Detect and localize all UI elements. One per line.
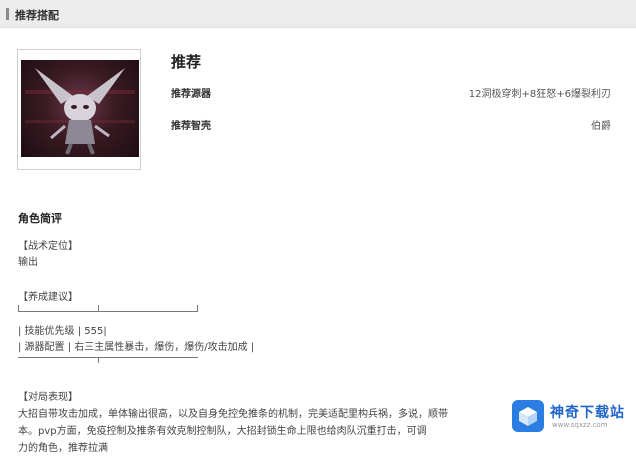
- character-thumbnail-frame: [17, 49, 141, 170]
- recommend-row-source: 推荐源器 12洞极穿刺+8狂怒+6爆裂利刃: [171, 85, 611, 101]
- section-title-recommend: 推荐搭配: [15, 9, 59, 22]
- site-watermark: 神奇下载站 www.sqxzz.com: [512, 398, 630, 438]
- recommend-row-shell: 推荐智壳 伯爵: [171, 117, 611, 133]
- performance-line-2: 本。pvp方面，免疫控制及推条有效克制控制队，大招封锁生命上限也给肉队沉重打击，…: [18, 426, 427, 437]
- build-priority-row: | 技能优先级 | 555|: [18, 326, 107, 337]
- review-title: 角色简评: [18, 212, 62, 225]
- performance-heading: 【对局表现】: [18, 392, 78, 403]
- positioning-value: 输出: [18, 257, 38, 268]
- table-rule-left: [18, 305, 19, 312]
- section-header: 推荐搭配: [0, 0, 636, 28]
- character-portrait-art: [25, 68, 135, 155]
- table-rule-bottom-mid: [98, 357, 99, 363]
- watermark-cube-icon: [519, 407, 537, 426]
- performance-line-1: 大招自带攻击加成，单体输出很高，以及自身免控免推条的机制，完美适配里构兵祸，多说…: [18, 409, 448, 420]
- recommend-shell-value: 伯爵: [591, 121, 611, 132]
- performance-line-3: 力的角色，推荐拉满: [18, 443, 108, 454]
- table-rule-right: [197, 305, 198, 312]
- build-source-row: | 源器配置 | 右三主属性暴击，爆伤，爆伤/攻击加成 |: [18, 342, 255, 353]
- watermark-logo-icon: [512, 400, 544, 432]
- character-portrait: [21, 60, 139, 157]
- recommend-source-label: 推荐源器: [171, 89, 211, 100]
- watermark-site-url: www.sqxzz.com: [552, 421, 608, 429]
- table-top-rule: [18, 311, 198, 312]
- table-bottom-rule: [18, 357, 198, 358]
- watermark-site-name: 神奇下载站: [550, 405, 625, 421]
- recommend-source-value: 12洞极穿刺+8狂怒+6爆裂利刃: [468, 89, 611, 100]
- recommend-shell-label: 推荐智壳: [171, 121, 211, 132]
- positioning-heading: 【战术定位】: [18, 241, 78, 252]
- build-heading: 【养成建议】: [18, 292, 78, 303]
- header-accent-bar: [6, 8, 9, 20]
- table-rule-mid: [98, 305, 99, 312]
- recommend-title: 推荐: [171, 53, 202, 71]
